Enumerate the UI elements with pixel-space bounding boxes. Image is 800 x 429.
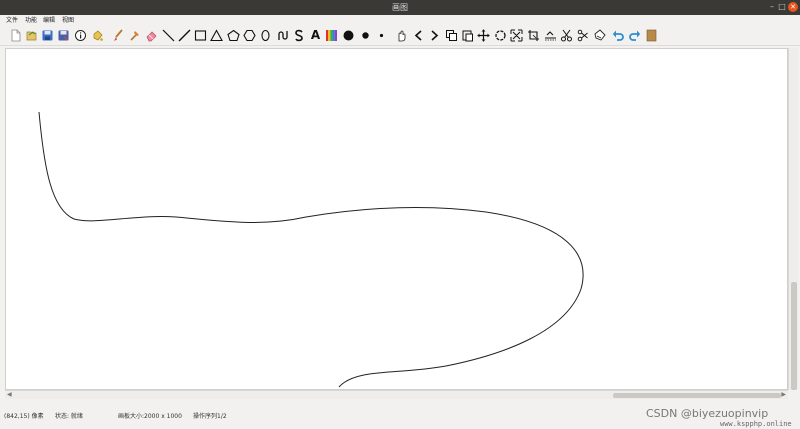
small-dot-icon[interactable]	[374, 28, 389, 43]
resize-icon[interactable]	[509, 28, 524, 43]
horizontal-scrollbar[interactable]: ◀ ▶	[5, 390, 788, 399]
ellipse-icon[interactable]	[258, 28, 273, 43]
canvas-size: 画板大小:2000 x 1000	[118, 413, 182, 420]
undo-icon[interactable]	[611, 28, 626, 43]
canvas-drawing	[38, 111, 584, 388]
eraser-icon[interactable]	[144, 28, 159, 43]
triangle-icon[interactable]	[209, 28, 224, 43]
close-button[interactable]: ✕	[788, 2, 798, 12]
line-thin-icon[interactable]	[161, 28, 176, 43]
redo-icon[interactable]	[627, 28, 642, 43]
text-glyph: A	[310, 28, 321, 42]
freehand-curve	[38, 111, 584, 388]
bucket-hand-icon[interactable]	[592, 28, 607, 43]
save-icon[interactable]	[40, 28, 55, 43]
maximize-button[interactable]: □	[777, 2, 787, 12]
minimize-button[interactable]: –	[767, 2, 777, 12]
polygon-icon[interactable]	[242, 28, 257, 43]
watermark: CSDN @biyezuopinvip	[646, 407, 769, 420]
scroll-right-icon[interactable]: ▶	[781, 391, 786, 399]
open-file-icon[interactable]	[24, 28, 39, 43]
fill-bucket-icon[interactable]	[90, 28, 105, 43]
minimize-icon: –	[770, 2, 774, 11]
copy-icon[interactable]	[444, 28, 459, 43]
cut-icon[interactable]	[559, 28, 574, 43]
menu-function[interactable]: 功能	[25, 16, 37, 25]
vertical-scrollbar[interactable]	[788, 48, 798, 390]
crop-icon[interactable]	[526, 28, 541, 43]
maximize-icon: □	[778, 2, 786, 11]
chevron-right-icon[interactable]	[427, 28, 442, 43]
move-icon[interactable]	[476, 28, 491, 43]
info-icon[interactable]	[73, 28, 88, 43]
medium-dot-icon[interactable]	[358, 28, 373, 43]
curve-icon[interactable]	[275, 28, 290, 43]
background-icon[interactable]	[644, 28, 659, 43]
pentagon-icon[interactable]	[226, 28, 241, 43]
watermark-url: www.kspphp.online	[720, 420, 792, 428]
hammer-icon[interactable]	[127, 28, 142, 43]
s-curve-icon[interactable]	[291, 28, 306, 43]
new-file-icon[interactable]	[8, 28, 23, 43]
horizontal-scroll-thumb[interactable]	[613, 393, 781, 398]
skew-icon[interactable]	[543, 28, 558, 43]
menu-file[interactable]: 文件	[6, 16, 18, 25]
title-bar: 画图 – □ ✕	[0, 0, 800, 15]
scroll-left-icon[interactable]: ◀	[7, 391, 12, 399]
cursor-coordinates: (842,15) 像素	[4, 413, 44, 420]
toolbar: A	[0, 26, 800, 46]
chevron-left-icon[interactable]	[411, 28, 426, 43]
paste-icon[interactable]	[460, 28, 475, 43]
brush-icon[interactable]	[110, 28, 125, 43]
large-dot-icon[interactable]	[341, 28, 356, 43]
close-icon: ✕	[790, 3, 796, 11]
operation-sequence: 操作序列1/2	[193, 413, 227, 420]
save-as-icon[interactable]	[56, 28, 71, 43]
vertical-scroll-thumb[interactable]	[791, 282, 797, 390]
menu-edit[interactable]: 编辑	[43, 16, 55, 25]
rotate-icon[interactable]	[493, 28, 508, 43]
drawing-canvas[interactable]	[5, 48, 788, 390]
rectangle-icon[interactable]	[193, 28, 208, 43]
color-palette-icon[interactable]	[324, 28, 339, 43]
status-state: 状态: 就绪	[55, 413, 83, 420]
text-icon[interactable]: A	[308, 28, 323, 43]
line-thick-icon[interactable]	[177, 28, 192, 43]
menu-view[interactable]: 视图	[62, 16, 74, 25]
window-title: 画图	[392, 3, 408, 12]
hand-icon[interactable]	[394, 28, 409, 43]
menu-bar: 文件 功能 编辑 视图	[0, 15, 800, 26]
shear-icon[interactable]	[575, 28, 590, 43]
